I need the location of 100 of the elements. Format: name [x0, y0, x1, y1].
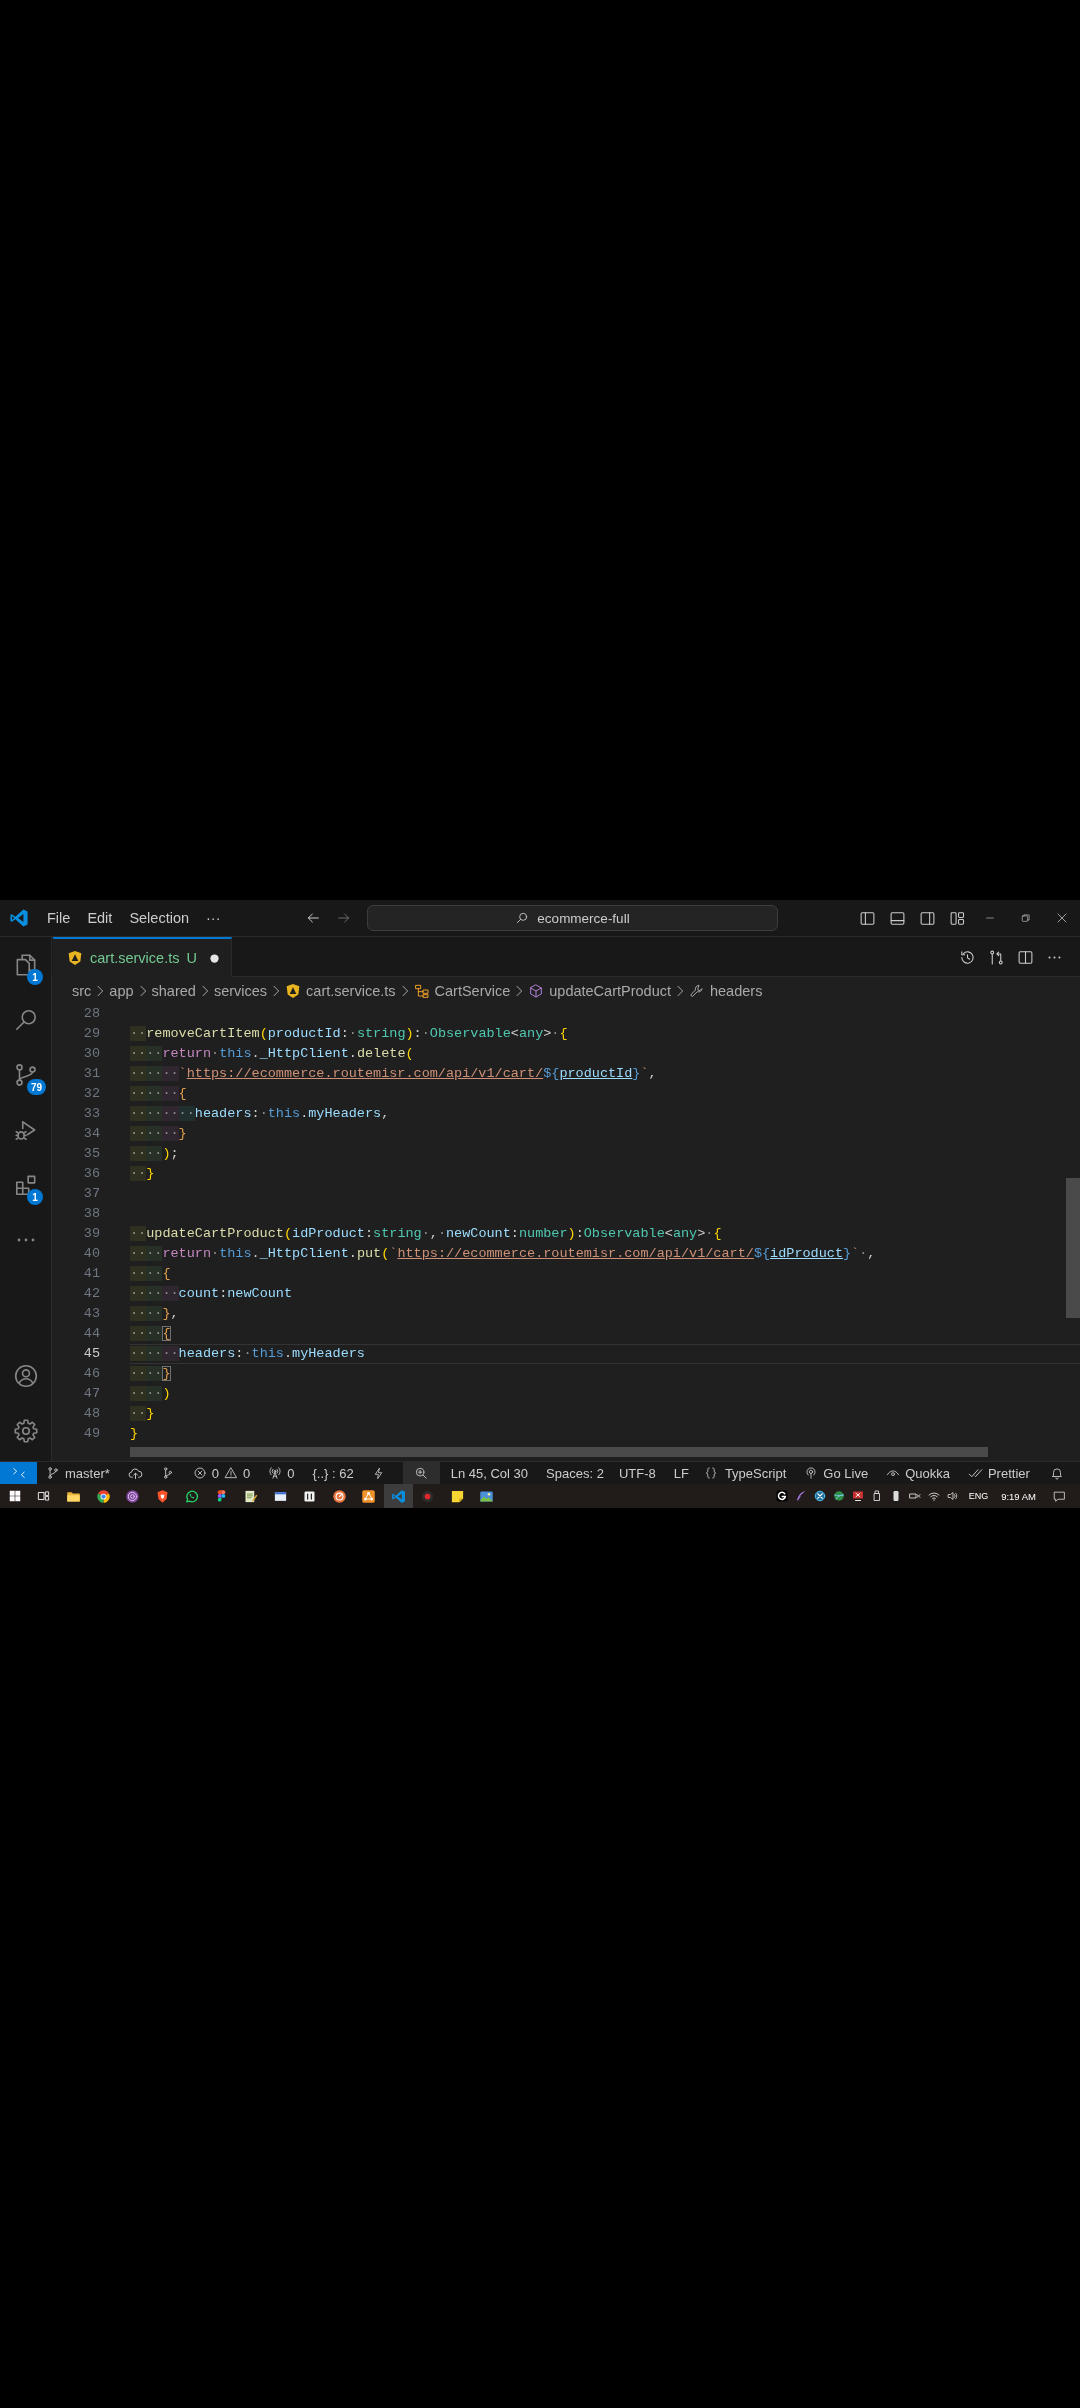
indentation-status[interactable]: Spaces: 2 [546, 1465, 604, 1481]
menu-item[interactable]: Selection [123, 906, 196, 930]
command-center-search[interactable]: ecommerce-full [367, 905, 778, 931]
zoom-button[interactable] [402, 1462, 440, 1484]
settings-gear-icon[interactable] [12, 1417, 39, 1444]
cursor-position[interactable]: Ln 45, Col 30 [450, 1465, 529, 1481]
device-x-icon[interactable] [908, 1490, 921, 1502]
breadcrumb-item[interactable]: src [72, 982, 92, 999]
line-number: 36 [82, 1165, 100, 1183]
record-dot-icon [420, 1488, 436, 1504]
zoom-in-icon [414, 1466, 429, 1480]
code-line: ····} [130, 1365, 171, 1383]
prettier-status[interactable]: Prettier [967, 1465, 1030, 1481]
chat-bubble-icon [184, 1488, 200, 1504]
panel-toggle-icon[interactable] [888, 909, 906, 927]
vertical-scrollbar-thumb[interactable] [1066, 1178, 1080, 1318]
line-number: 37 [82, 1185, 100, 1203]
code-line: ··} [130, 1405, 155, 1423]
braces-icon [703, 1466, 718, 1480]
code-line: ····return·this._HttpClient.put(`https://ecommerce.routemisr.com/api/v1/cart/${idProduct}`·, [130, 1245, 876, 1263]
code-line: ··} [130, 1165, 155, 1183]
line-number: 41 [82, 1265, 100, 1283]
feather-icon[interactable] [794, 1490, 807, 1502]
compare-changes-icon[interactable] [988, 948, 1005, 966]
primary-sidebar-toggle-icon[interactable] [858, 909, 876, 927]
dial-icon [331, 1488, 347, 1504]
breadcrumb-item[interactable]: services [213, 982, 268, 999]
menu-item[interactable]: File [41, 906, 77, 930]
line-number: 29 [82, 1025, 100, 1043]
input-language[interactable]: ENG [968, 1491, 989, 1501]
encoding-status[interactable]: UTF-8 [618, 1465, 656, 1481]
shield-icon [285, 982, 302, 999]
line-number: 40 [82, 1245, 100, 1263]
cloud-upload-icon[interactable] [127, 1465, 143, 1481]
close-icon[interactable] [1056, 912, 1068, 924]
speaker-icon[interactable] [946, 1490, 959, 1502]
g-arc-icon[interactable] [775, 1490, 788, 1502]
line-number: 49 [82, 1425, 100, 1443]
restore-icon[interactable] [1021, 913, 1031, 923]
circle-x-icon[interactable] [813, 1490, 826, 1502]
code-line: } [130, 1425, 139, 1443]
menu-item[interactable]: Edit [81, 906, 119, 930]
clock[interactable]: 9:19 AM [1001, 1490, 1036, 1502]
warning-icon [224, 1466, 239, 1480]
breadcrumb-item[interactable]: CartService [413, 982, 511, 999]
count-badge: 79 [27, 1079, 47, 1095]
code-line: ······headers:·this.myHeaders [130, 1345, 365, 1363]
branch-icon [46, 1466, 60, 1480]
secondary-sidebar-toggle-icon[interactable] [918, 909, 936, 927]
breadcrumb-item[interactable]: updateCartProduct [528, 982, 671, 999]
breadcrumb-item[interactable]: headers [689, 982, 763, 999]
line-number: 43 [82, 1305, 100, 1323]
line-number: 32 [82, 1085, 100, 1103]
menu-item[interactable]: ··· [200, 906, 227, 930]
quokka-status[interactable]: Quokka [886, 1465, 950, 1481]
code-line: ··updateCartProduct(idProduct:string·,·newCount:number):Observable<any>·{ [130, 1225, 722, 1243]
language-status[interactable]: TypeScript [703, 1465, 787, 1481]
layout-options-icon[interactable] [948, 909, 966, 927]
line-number: 45 [82, 1345, 100, 1363]
account-icon[interactable] [12, 1362, 39, 1389]
breadcrumb-item[interactable]: app [109, 982, 134, 999]
editor-tab[interactable]: cart.service.ts U [53, 937, 232, 977]
broadcast-icon [804, 1466, 819, 1480]
breadcrumb-item[interactable]: shared [151, 982, 196, 999]
sticky-note-icon [449, 1488, 465, 1504]
cube-icon [528, 982, 545, 999]
line-number: 28 [82, 1005, 100, 1023]
bell-icon[interactable] [1049, 1466, 1064, 1480]
line-number: 35 [82, 1145, 100, 1163]
branch-status[interactable]: master* [46, 1465, 110, 1481]
bracket-status[interactable]: {..} : 62 [312, 1465, 354, 1481]
notification-icon[interactable] [1053, 1489, 1066, 1503]
problems-status[interactable]: 0 0 [192, 1465, 251, 1481]
globe-icon[interactable] [832, 1490, 845, 1502]
start-menu-icon[interactable] [7, 1489, 22, 1503]
line-ending-status[interactable]: LF [673, 1465, 689, 1481]
go-live-status[interactable]: Go Live [804, 1465, 869, 1481]
horizontal-scrollbar-thumb[interactable] [130, 1447, 988, 1457]
line-number: 38 [82, 1205, 100, 1223]
split-editor-icon[interactable] [1017, 948, 1034, 966]
screen-x-icon[interactable] [851, 1490, 864, 1502]
segmented-circle-icon [95, 1488, 111, 1504]
ports-status[interactable]: 0 [268, 1465, 295, 1481]
remote-icon [11, 1466, 26, 1480]
history-icon[interactable] [959, 948, 976, 966]
notepad-icon [243, 1488, 259, 1504]
back-arrow-icon[interactable] [305, 910, 321, 926]
wifi-icon[interactable] [927, 1490, 940, 1502]
wrench-icon [689, 982, 705, 999]
app-logo-icon [390, 1488, 406, 1504]
chevron-right-icon [676, 984, 684, 997]
warning-count: 0 [243, 1465, 251, 1481]
task-view-icon[interactable] [37, 1489, 52, 1503]
error-icon [192, 1466, 207, 1480]
code-line: ······} [130, 1125, 187, 1143]
line-number: 47 [82, 1385, 100, 1403]
breadcrumb-item[interactable]: cart.service.ts [285, 982, 396, 999]
app-logo-icon [9, 908, 29, 928]
line-number: 33 [82, 1105, 100, 1123]
chevron-right-icon [400, 984, 409, 997]
